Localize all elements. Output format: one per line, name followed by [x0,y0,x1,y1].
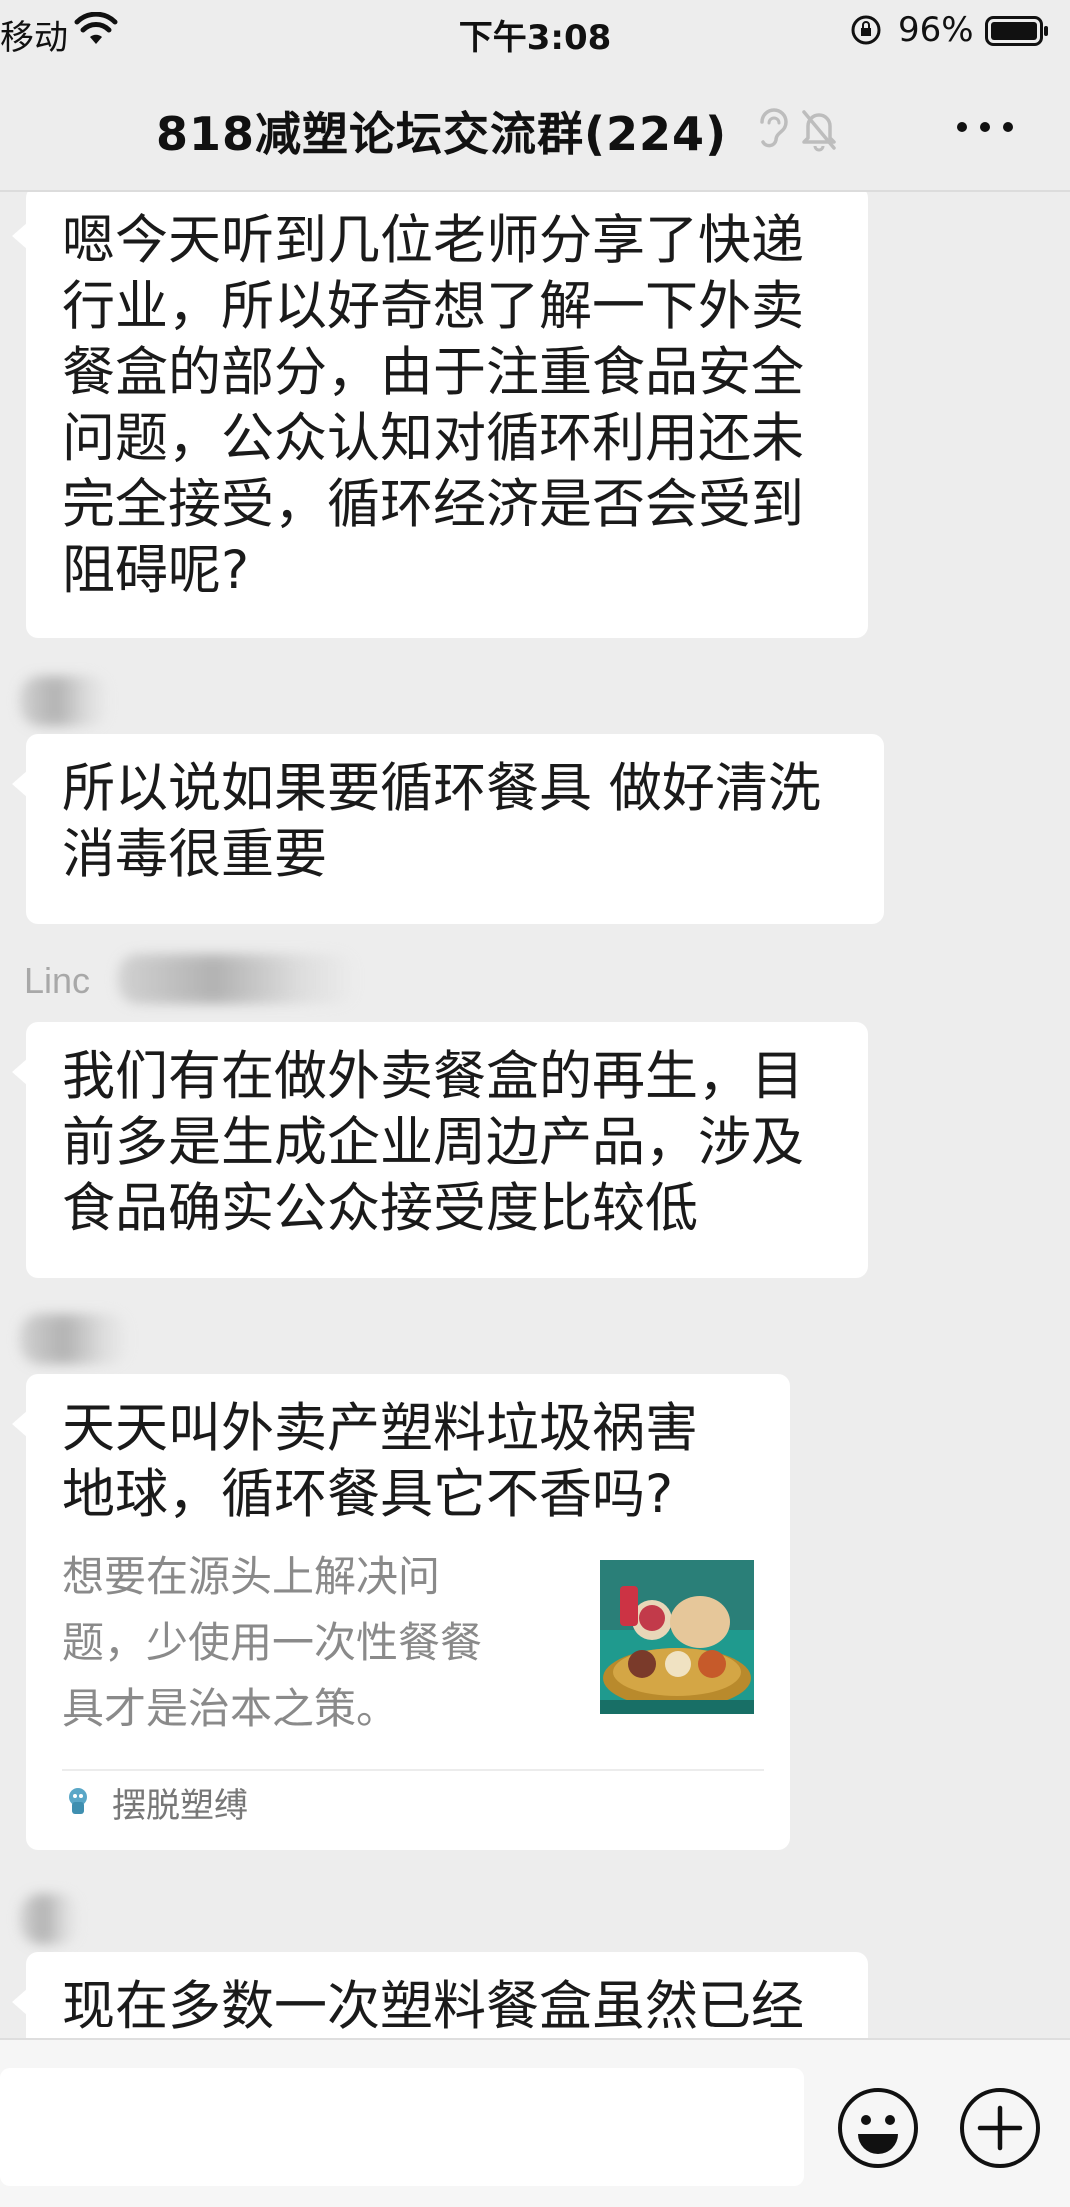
message-line: 问题，公众认知对循环利用还未 [62,408,804,469]
link-card-title: 天天叫外卖产塑料垃圾祸害 地球，循环餐具它不香吗? [62,1396,698,1528]
message-bubble[interactable]: 现在多数一次塑料餐盒虽然已经 [12,1952,868,2038]
link-card[interactable]: 天天叫外卖产塑料垃圾祸害 地球，循环餐具它不香吗? 想要在源头上解决问 题，少使… [12,1374,790,1850]
mini-program-icon [69,1788,87,1814]
link-card-description: 想要在源头上解决问 题，少使用一次性餐餐 具才是治本之策。 [62,1544,482,1742]
link-card-source: 摆脱塑缚 [112,1786,248,1826]
mute-bell-icon [802,110,836,152]
link-card-title-line: 地球，循环餐具它不香吗? [62,1464,674,1525]
chat-header: 818减塑论坛交流群(224) [0,62,1070,192]
battery-percent: 96% [898,10,974,50]
battery-icon [985,16,1048,46]
chat-title: 818减塑论坛交流群(224) [156,107,728,161]
more-button[interactable] [950,112,1020,142]
message-bubble[interactable]: 嗯今天听到几位老师分享了快递 行业，所以好奇想了解一下外卖 餐盒的部分，由于注重… [12,192,868,638]
ear-icon [760,108,788,148]
input-bar [0,2038,1070,2207]
status-bar: 移动 下午3:08 96% [0,0,1070,62]
message-bubble[interactable]: 所以说如果要循环餐具 做好清洗 消毒很重要 [12,734,884,924]
emoji-icon[interactable] [836,2086,920,2170]
message-line: 现在多数一次塑料餐盒虽然已经 [62,1976,804,2037]
link-card-desc-line: 具才是治本之策。 [62,1684,399,1733]
sender-name-blurred [20,1894,80,1944]
message-input[interactable] [0,2068,804,2186]
message-line: 食品确实公众接受度比较低 [62,1178,698,1239]
message-line: 完全接受，循环经济是否会受到 [62,474,804,535]
message-line: 所以说如果要循环餐具 做好清洗 [62,758,821,819]
link-card-divider [62,1769,764,1771]
message-line: 消毒很重要 [62,824,327,885]
message-line: 行业，所以好奇想了解一下外卖 [62,276,804,337]
plus-icon[interactable] [958,2086,1042,2170]
link-card-title-line: 天天叫外卖产塑料垃圾祸害 [62,1398,698,1459]
sender-name-blurred [118,954,358,1004]
message-line: 阻碍呢? [62,540,250,601]
message-line: 餐盒的部分，由于注重食品安全 [62,342,804,403]
sender-name: Linc [24,960,91,1001]
sender-name-blurred [20,676,110,726]
sender-name-blurred [20,1314,130,1364]
link-card-desc-line: 想要在源头上解决问 [62,1552,441,1601]
message-list[interactable]: 嗯今天听到几位老师分享了快递 行业，所以好奇想了解一下外卖 餐盒的部分，由于注重… [0,192,1070,2038]
link-card-desc-line: 题，少使用一次性餐餐 [62,1618,483,1667]
rotation-lock-icon [851,15,881,45]
message-bubble[interactable]: 我们有在做外卖餐盒的再生，目 前多是生成企业周边产品，涉及 食品确实公众接受度比… [12,1022,868,1278]
message-line: 我们有在做外卖餐盒的再生，目 [62,1046,804,1107]
food-plate-image [600,1560,754,1714]
message-line: 前多是生成企业周边产品，涉及 [62,1112,804,1173]
message-line: 嗯今天听到几位老师分享了快递 [62,210,804,271]
